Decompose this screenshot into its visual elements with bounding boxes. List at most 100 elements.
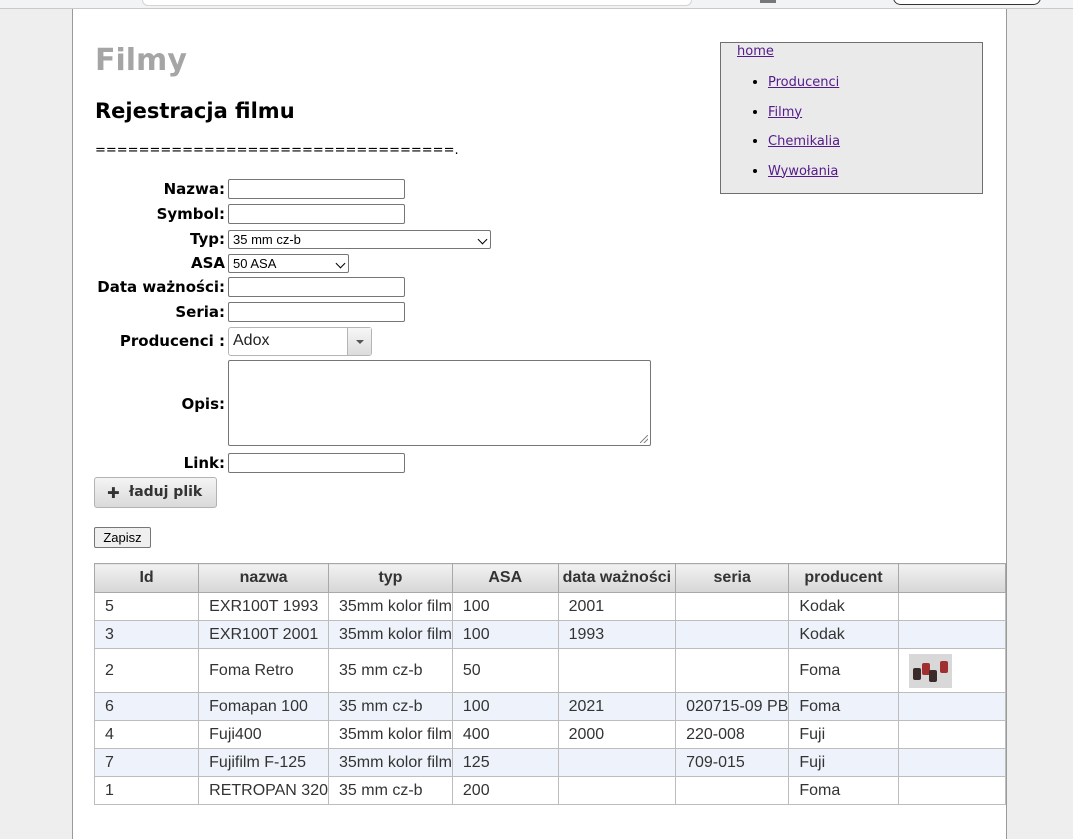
producenci-combobox[interactable]: Adox <box>228 327 372 356</box>
cell-id: 6 <box>93 692 200 721</box>
nav-home-link[interactable]: home <box>737 44 774 59</box>
nav-link-chemikalia[interactable]: Chemikalia <box>768 134 840 149</box>
films-table: Id nazwa typ ASA data ważności seria pro… <box>93 563 1007 805</box>
separator-line: =================================. <box>95 143 459 158</box>
cell-seria <box>675 620 790 649</box>
column-header-data-waznosci[interactable]: data ważności <box>557 563 677 593</box>
cell-nazwa: Fujifilm F-125 <box>198 748 329 777</box>
film-thumbnail-image[interactable] <box>908 653 952 688</box>
cell-seria: 020715-09 PB <box>675 692 790 721</box>
nav-item-producenci: Producenci <box>768 73 840 103</box>
table-header-row: Id nazwa typ ASA data ważności seria pro… <box>93 563 1007 593</box>
resize-grip-icon[interactable] <box>640 435 648 443</box>
cell-image <box>897 648 1007 693</box>
column-header-nazwa[interactable]: nazwa <box>198 563 329 593</box>
browser-toolbar <box>0 0 1073 9</box>
cell-image <box>897 592 1007 621</box>
opis-label: Opis: <box>181 395 225 413</box>
typ-select[interactable]: 35 mm cz-b <box>228 230 491 249</box>
save-button[interactable]: Zapisz <box>94 527 151 548</box>
table-row[interactable]: 2 Foma Retro 35 mm cz-b 50 Foma <box>93 648 1007 693</box>
cell-typ: 35 mm cz-b <box>328 776 453 805</box>
cell-producent: Foma <box>788 776 899 805</box>
table-row[interactable]: 3 EXR100T 2001 35mm kolor film 100 1993 … <box>93 620 1007 649</box>
table-row[interactable]: 7 Fujifilm F-125 35mm kolor film 125 709… <box>93 748 1007 777</box>
cell-data <box>557 776 677 805</box>
cell-asa: 100 <box>451 592 559 621</box>
profile-button[interactable] <box>893 0 1041 5</box>
link-label: Link: <box>183 454 225 472</box>
seria-input[interactable] <box>228 302 405 322</box>
column-header-typ[interactable]: typ <box>328 563 453 593</box>
cell-nazwa: Fuji400 <box>198 720 329 749</box>
cell-nazwa: RETROPAN 320 <box>198 776 329 805</box>
upload-file-label: ładuj plik <box>129 484 203 500</box>
cell-id: 1 <box>93 776 200 805</box>
asa-label: ASA <box>190 254 225 272</box>
asa-select-value: 50 ASA <box>233 256 277 271</box>
nav-link-producenci[interactable]: Producenci <box>768 75 839 90</box>
cell-data: 1993 <box>557 620 677 649</box>
table-row[interactable]: 5 EXR100T 1993 35mm kolor film 100 2001 … <box>93 592 1007 621</box>
cell-data <box>557 648 677 693</box>
opis-textarea[interactable] <box>228 360 651 446</box>
chevron-down-icon <box>356 340 364 344</box>
table-row[interactable]: 6 Fomapan 100 35 mm cz-b 100 2021 020715… <box>93 692 1007 721</box>
cell-producent: Fuji <box>788 720 899 749</box>
chevron-down-icon <box>335 258 346 269</box>
asa-select[interactable]: 50 ASA <box>228 254 349 273</box>
cell-data: 2021 <box>557 692 677 721</box>
cell-id: 7 <box>93 748 200 777</box>
cell-nazwa: Foma Retro <box>198 648 329 693</box>
nazwa-label: Nazwa: <box>163 180 225 198</box>
column-header-producent[interactable]: producent <box>788 563 899 593</box>
cell-id: 4 <box>93 720 200 749</box>
column-header-asa[interactable]: ASA <box>451 563 559 593</box>
combo-toggle-button[interactable] <box>347 328 371 355</box>
chevron-down-icon <box>477 234 488 245</box>
cell-producent: Kodak <box>788 620 899 649</box>
nav-link-filmy[interactable]: Filmy <box>768 105 802 120</box>
cell-asa: 50 <box>451 648 559 693</box>
table-row[interactable]: 1 RETROPAN 320 35 mm cz-b 200 Foma <box>93 776 1007 805</box>
cell-image <box>897 620 1007 649</box>
nav-list: Producenci Filmy Chemikalia Wywołania <box>721 73 840 191</box>
table-row[interactable]: 4 Fuji400 35mm kolor film 400 2000 220-0… <box>93 720 1007 749</box>
cell-seria: 220-008 <box>675 720 790 749</box>
site-title: Filmy <box>95 43 187 78</box>
extension-icon[interactable] <box>760 0 776 3</box>
cell-typ: 35mm kolor film <box>328 748 453 777</box>
cell-typ: 35mm kolor film <box>328 592 453 621</box>
cell-seria <box>675 592 790 621</box>
column-header-id[interactable]: Id <box>93 563 200 593</box>
column-header-seria[interactable]: seria <box>675 563 790 593</box>
cell-producent: Foma <box>788 692 899 721</box>
upload-file-button[interactable]: ✚ ładuj plik <box>94 477 217 508</box>
nazwa-input[interactable] <box>228 179 405 199</box>
producenci-label: Producenci : <box>119 332 225 350</box>
producenci-value: Adox <box>233 332 270 349</box>
link-input[interactable] <box>228 453 405 473</box>
typ-select-value: 35 mm cz-b <box>233 232 301 247</box>
cell-nazwa: Fomapan 100 <box>198 692 329 721</box>
data-waznosci-input[interactable] <box>228 277 405 297</box>
symbol-input[interactable] <box>228 204 405 224</box>
cell-producent: Fuji <box>788 748 899 777</box>
cell-typ: 35mm kolor film <box>328 620 453 649</box>
cell-producent: Kodak <box>788 592 899 621</box>
column-header-image <box>897 563 1007 593</box>
form-title: Rejestracja filmu <box>95 99 295 123</box>
cell-seria: 709-015 <box>675 748 790 777</box>
cell-image <box>897 692 1007 721</box>
cell-data: 2000 <box>557 720 677 749</box>
address-bar[interactable] <box>142 0 692 6</box>
nav-menu: home Producenci Filmy Chemikalia Wywołan… <box>720 42 983 194</box>
cell-seria <box>675 776 790 805</box>
symbol-label: Symbol: <box>156 205 225 223</box>
cell-typ: 35mm kolor film <box>328 720 453 749</box>
cell-asa: 100 <box>451 620 559 649</box>
nav-item-chemikalia: Chemikalia <box>768 132 840 162</box>
nav-link-wywolania[interactable]: Wywołania <box>768 164 838 179</box>
cell-typ: 35 mm cz-b <box>328 648 453 693</box>
nav-item-filmy: Filmy <box>768 103 840 133</box>
